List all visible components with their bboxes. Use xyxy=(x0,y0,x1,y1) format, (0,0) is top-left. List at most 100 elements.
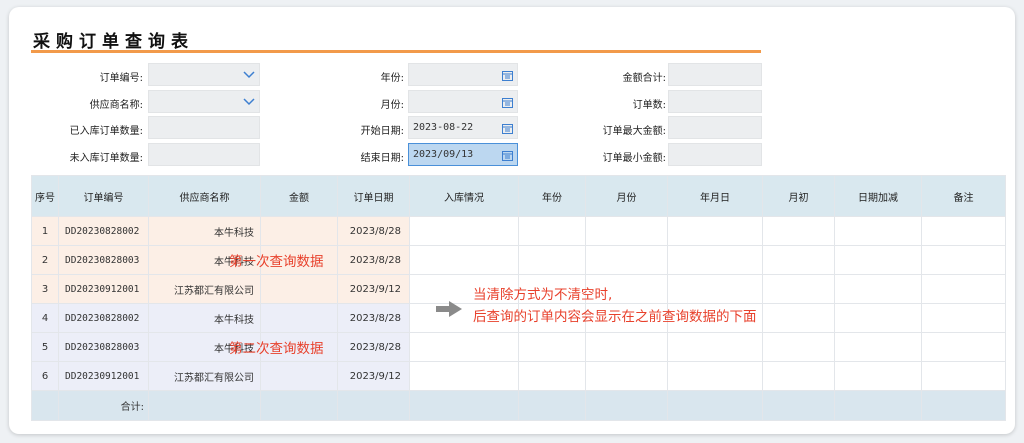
cell-order-date[interactable]: 2023/9/12 xyxy=(337,361,410,391)
cell-empty[interactable] xyxy=(834,332,922,362)
amount-total-field xyxy=(668,63,762,86)
header-order-date[interactable]: 订单日期 xyxy=(337,175,410,217)
cell-empty[interactable] xyxy=(667,274,763,304)
cell-empty[interactable] xyxy=(834,361,922,391)
cell-empty[interactable] xyxy=(762,361,835,391)
header-order-no[interactable]: 订单编号 xyxy=(58,175,149,217)
cell-empty[interactable] xyxy=(518,361,586,391)
table-row[interactable]: 5 DD20230828003 本牛科技 2023/8/28 xyxy=(31,332,1006,362)
cell-empty[interactable] xyxy=(409,245,519,275)
header-year[interactable]: 年份 xyxy=(518,175,586,217)
cell-supplier[interactable]: 江苏都汇有限公司 xyxy=(148,361,261,391)
cell-empty[interactable] xyxy=(762,274,835,304)
cell-empty[interactable] xyxy=(921,332,1006,362)
cell-supplier[interactable]: 江苏都汇有限公司 xyxy=(148,274,261,304)
table-row[interactable]: 1 DD20230828002 本牛科技 2023/8/28 xyxy=(31,216,1006,246)
header-amount[interactable]: 金额 xyxy=(260,175,338,217)
cell-empty[interactable] xyxy=(667,245,763,275)
cell-empty[interactable] xyxy=(667,216,763,246)
cell-order-no[interactable]: DD20230828003 xyxy=(58,332,149,362)
min-amount-field xyxy=(668,143,762,166)
cell-seq[interactable]: 5 xyxy=(31,332,59,362)
cell-empty[interactable] xyxy=(834,245,922,275)
total-cell-empty xyxy=(260,390,338,421)
order-count-field xyxy=(668,90,762,113)
cell-empty[interactable] xyxy=(921,245,1006,275)
cell-empty[interactable] xyxy=(834,303,922,333)
year-field[interactable] xyxy=(408,63,518,86)
cell-order-date[interactable]: 2023/8/28 xyxy=(337,303,410,333)
cell-seq[interactable]: 2 xyxy=(31,245,59,275)
order-count-label: 订单数: xyxy=(632,100,666,111)
cell-order-date[interactable]: 2023/9/12 xyxy=(337,274,410,304)
cell-order-no[interactable]: DD20230912001 xyxy=(58,274,149,304)
start-date-field[interactable]: 2023-08-22 xyxy=(408,116,518,139)
header-month[interactable]: 月份 xyxy=(585,175,668,217)
header-date-offset[interactable]: 日期加减 xyxy=(834,175,922,217)
cell-empty[interactable] xyxy=(409,216,519,246)
cell-seq[interactable]: 1 xyxy=(31,216,59,246)
header-stock-status[interactable]: 入库情况 xyxy=(409,175,519,217)
calendar-icon xyxy=(502,71,513,81)
note-line-1: 当清除方式为不清空时, xyxy=(473,287,613,303)
cell-empty[interactable] xyxy=(762,303,835,333)
cell-empty[interactable] xyxy=(409,332,519,362)
order-no-select[interactable] xyxy=(148,63,260,86)
cell-amount[interactable] xyxy=(260,216,338,246)
cell-amount[interactable] xyxy=(260,303,338,333)
cell-order-date[interactable]: 2023/8/28 xyxy=(337,332,410,362)
table-row[interactable]: 6 DD20230912001 江苏都汇有限公司 2023/9/12 xyxy=(31,361,1006,391)
cell-empty[interactable] xyxy=(518,332,586,362)
sheet-card: 采购订单查询表 订单编号: 供应商名称: 已入库订单数量: 未入库订单数量: 年… xyxy=(9,7,1015,434)
cell-order-no[interactable]: DD20230828002 xyxy=(58,303,149,333)
total-cell-empty xyxy=(409,390,519,421)
amount-total-label: 金额合计: xyxy=(622,73,666,84)
cell-empty[interactable] xyxy=(667,332,763,362)
total-cell-empty xyxy=(667,390,763,421)
cell-amount[interactable] xyxy=(260,274,338,304)
cell-seq[interactable]: 3 xyxy=(31,274,59,304)
cell-empty[interactable] xyxy=(921,216,1006,246)
cell-supplier[interactable]: 本牛科技 xyxy=(148,216,261,246)
cell-order-no[interactable]: DD20230828002 xyxy=(58,216,149,246)
cell-amount[interactable] xyxy=(260,361,338,391)
cell-empty[interactable] xyxy=(518,216,586,246)
end-date-field[interactable]: 2023/09/13 xyxy=(408,143,518,166)
cell-empty[interactable] xyxy=(409,361,519,391)
cell-empty[interactable] xyxy=(585,245,668,275)
cell-seq[interactable]: 4 xyxy=(31,303,59,333)
cell-order-no[interactable]: DD20230828003 xyxy=(58,245,149,275)
cell-empty[interactable] xyxy=(585,332,668,362)
cell-empty[interactable] xyxy=(921,361,1006,391)
header-ymd[interactable]: 年月日 xyxy=(667,175,763,217)
supplier-select[interactable] xyxy=(148,90,260,113)
header-month-start[interactable]: 月初 xyxy=(762,175,835,217)
header-remark[interactable]: 备注 xyxy=(921,175,1006,217)
cell-empty[interactable] xyxy=(585,361,668,391)
cell-empty[interactable] xyxy=(921,274,1006,304)
cell-seq[interactable]: 6 xyxy=(31,361,59,391)
cell-empty[interactable] xyxy=(762,216,835,246)
header-supplier[interactable]: 供应商名称 xyxy=(148,175,261,217)
cell-order-date[interactable]: 2023/8/28 xyxy=(337,216,410,246)
cell-empty[interactable] xyxy=(834,274,922,304)
table-row[interactable]: 2 DD20230828003 本牛科技 2023/8/28 xyxy=(31,245,1006,275)
calendar-icon xyxy=(502,98,513,108)
total-label: 合计: xyxy=(58,390,149,421)
cell-supplier[interactable]: 本牛科技 xyxy=(148,303,261,333)
header-seq[interactable]: 序号 xyxy=(31,175,59,217)
unstocked-count-label: 未入库订单数量: xyxy=(69,153,143,164)
month-label: 月份: xyxy=(380,100,404,111)
cell-empty[interactable] xyxy=(921,303,1006,333)
cell-empty[interactable] xyxy=(518,245,586,275)
second-query-annotation: 第二次查询数据 xyxy=(229,341,324,357)
total-cell-empty xyxy=(921,390,1006,421)
cell-empty[interactable] xyxy=(762,245,835,275)
cell-order-no[interactable]: DD20230912001 xyxy=(58,361,149,391)
cell-order-date[interactable]: 2023/8/28 xyxy=(337,245,410,275)
cell-empty[interactable] xyxy=(762,332,835,362)
month-field[interactable] xyxy=(408,90,518,113)
cell-empty[interactable] xyxy=(585,216,668,246)
cell-empty[interactable] xyxy=(667,361,763,391)
cell-empty[interactable] xyxy=(834,216,922,246)
